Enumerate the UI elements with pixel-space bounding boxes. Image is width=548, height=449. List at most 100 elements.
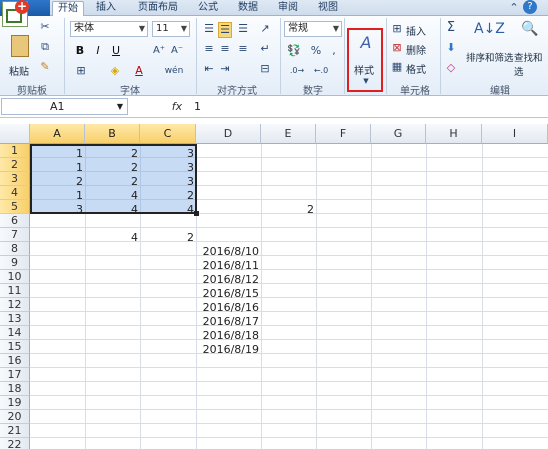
cell-d15[interactable]: 2016/8/19 bbox=[196, 343, 261, 356]
find-select-icon[interactable]: 🔍 bbox=[520, 22, 540, 36]
align-left-icon[interactable]: ≡ bbox=[202, 42, 216, 56]
worksheet-grid[interactable]: A B C D E F G H I 1 2 3 4 5 6 7 8 9 10 11 12 13 14 15 1… bbox=[0, 124, 548, 449]
cell-a5[interactable]: 3 bbox=[30, 203, 85, 216]
cell-c5[interactable]: 4 bbox=[140, 203, 196, 216]
cell-b5[interactable]: 4 bbox=[85, 203, 140, 216]
column-header-d[interactable]: D bbox=[196, 124, 261, 144]
wrap-text-icon[interactable]: ↵ bbox=[258, 42, 272, 56]
column-header-f[interactable]: F bbox=[316, 124, 371, 144]
minimize-ribbon-icon[interactable]: ⌃ bbox=[508, 1, 520, 15]
row-header-12[interactable]: 12 bbox=[0, 298, 30, 312]
cell-c3[interactable]: 3 bbox=[140, 175, 196, 188]
cell-a2[interactable]: 1 bbox=[30, 161, 85, 174]
cell-c4[interactable]: 2 bbox=[140, 189, 196, 202]
cell-c7[interactable]: 2 bbox=[140, 231, 196, 244]
column-header-a[interactable]: A bbox=[30, 124, 85, 144]
row-header-18[interactable]: 18 bbox=[0, 382, 30, 396]
currency-icon[interactable]: 💱 bbox=[286, 44, 302, 58]
delete-cells-icon[interactable]: ⊠ bbox=[390, 41, 404, 55]
font-family-select[interactable]: 宋体 ▼ bbox=[70, 21, 148, 37]
name-box[interactable]: A1 ▼ bbox=[1, 98, 128, 115]
increase-decimal-icon[interactable]: .0→ bbox=[288, 64, 306, 78]
row-header-17[interactable]: 17 bbox=[0, 368, 30, 382]
fill-icon[interactable]: ⬇ bbox=[444, 41, 458, 55]
row-header-4[interactable]: 4 bbox=[0, 186, 30, 200]
column-header-h[interactable]: H bbox=[426, 124, 482, 144]
number-format-select[interactable]: 常规 ▼ bbox=[284, 21, 342, 37]
cell-d13[interactable]: 2016/8/17 bbox=[196, 315, 261, 328]
decrease-decimal-icon[interactable]: ←.0 bbox=[312, 64, 330, 78]
insert-function-button[interactable]: fx bbox=[168, 99, 186, 115]
cell-d10[interactable]: 2016/8/12 bbox=[196, 273, 261, 286]
cell-b7[interactable]: 4 bbox=[85, 231, 140, 244]
tab-review[interactable]: 审阅 bbox=[272, 1, 304, 16]
format-cells-icon[interactable]: ▦ bbox=[390, 60, 404, 74]
paste-button[interactable]: 粘贴 bbox=[6, 30, 32, 78]
align-middle-icon[interactable]: ☰ bbox=[218, 22, 232, 38]
cell-b1[interactable]: 2 bbox=[85, 147, 140, 160]
format-painter-icon[interactable]: ✎ bbox=[38, 60, 52, 74]
align-top-icon[interactable]: ☰ bbox=[202, 22, 216, 36]
row-header-9[interactable]: 9 bbox=[0, 256, 30, 270]
row-header-22[interactable]: 22 bbox=[0, 438, 30, 449]
row-header-3[interactable]: 3 bbox=[0, 172, 30, 186]
row-header-6[interactable]: 6 bbox=[0, 214, 30, 228]
bold-button[interactable]: B bbox=[74, 44, 86, 58]
row-header-16[interactable]: 16 bbox=[0, 354, 30, 368]
decrease-indent-icon[interactable]: ⇤ bbox=[202, 62, 216, 76]
cell-c1[interactable]: 3 bbox=[140, 147, 196, 160]
cell-e5[interactable]: 2 bbox=[261, 203, 316, 216]
cell-c2[interactable]: 3 bbox=[140, 161, 196, 174]
row-header-20[interactable]: 20 bbox=[0, 410, 30, 424]
row-header-14[interactable]: 14 bbox=[0, 326, 30, 340]
italic-button[interactable]: I bbox=[92, 44, 104, 58]
cut-icon[interactable]: ✂ bbox=[38, 20, 52, 34]
increase-indent-icon[interactable]: ⇥ bbox=[218, 62, 232, 76]
tab-formulas[interactable]: 公式 bbox=[192, 1, 224, 16]
clear-icon[interactable]: ◇ bbox=[444, 61, 458, 75]
column-header-b[interactable]: B bbox=[85, 124, 140, 144]
select-all-button[interactable] bbox=[0, 124, 30, 144]
row-header-21[interactable]: 21 bbox=[0, 424, 30, 438]
align-center-icon[interactable]: ≡ bbox=[218, 42, 232, 56]
row-header-5[interactable]: 5 bbox=[0, 200, 30, 214]
format-cells-button[interactable]: 格式 bbox=[406, 61, 426, 76]
row-header-10[interactable]: 10 bbox=[0, 270, 30, 284]
tab-home[interactable]: 开始 bbox=[52, 1, 84, 16]
tab-view[interactable]: 视图 bbox=[312, 1, 344, 16]
column-header-e[interactable]: E bbox=[261, 124, 316, 144]
row-header-11[interactable]: 11 bbox=[0, 284, 30, 298]
comma-button[interactable]: , bbox=[328, 44, 340, 58]
help-icon[interactable]: ? bbox=[523, 0, 537, 14]
row-header-19[interactable]: 19 bbox=[0, 396, 30, 410]
row-header-2[interactable]: 2 bbox=[0, 158, 30, 172]
sort-filter-button[interactable]: 排序和筛选 bbox=[466, 50, 514, 64]
row-header-7[interactable]: 7 bbox=[0, 228, 30, 242]
cell-d8[interactable]: 2016/8/10 bbox=[196, 245, 261, 258]
increase-font-icon[interactable]: A⁺ bbox=[152, 44, 166, 58]
cell-d11[interactable]: 2016/8/15 bbox=[196, 287, 261, 300]
percent-button[interactable]: % bbox=[310, 44, 322, 58]
column-header-i[interactable]: I bbox=[482, 124, 548, 144]
excel-app-icon[interactable]: + bbox=[2, 0, 29, 27]
sort-filter-icon[interactable]: A↓Z bbox=[474, 22, 505, 36]
orientation-icon[interactable]: ↗ bbox=[258, 22, 272, 36]
fill-color-icon[interactable]: ◈ bbox=[108, 64, 122, 78]
find-select-button[interactable]: 查找和选 bbox=[514, 50, 548, 78]
autosum-icon[interactable]: Σ bbox=[444, 21, 458, 35]
row-header-8[interactable]: 8 bbox=[0, 242, 30, 256]
cell-a4[interactable]: 1 bbox=[30, 189, 85, 202]
underline-button[interactable]: U bbox=[110, 44, 122, 58]
row-header-15[interactable]: 15 bbox=[0, 340, 30, 354]
column-header-c[interactable]: C bbox=[140, 124, 196, 144]
cell-b3[interactable]: 2 bbox=[85, 175, 140, 188]
cell-a1[interactable]: 1 bbox=[30, 147, 85, 160]
insert-cells-icon[interactable]: ⊞ bbox=[390, 22, 404, 36]
formula-input[interactable]: 1 bbox=[194, 99, 544, 115]
column-header-g[interactable]: G bbox=[371, 124, 426, 144]
font-color-icon[interactable]: A bbox=[132, 64, 146, 78]
decrease-font-icon[interactable]: A⁻ bbox=[170, 44, 184, 58]
styles-button[interactable]: A 样式 ▼ bbox=[347, 28, 383, 92]
insert-cells-button[interactable]: 插入 bbox=[406, 23, 426, 38]
tab-page-layout[interactable]: 页面布局 bbox=[130, 1, 186, 16]
